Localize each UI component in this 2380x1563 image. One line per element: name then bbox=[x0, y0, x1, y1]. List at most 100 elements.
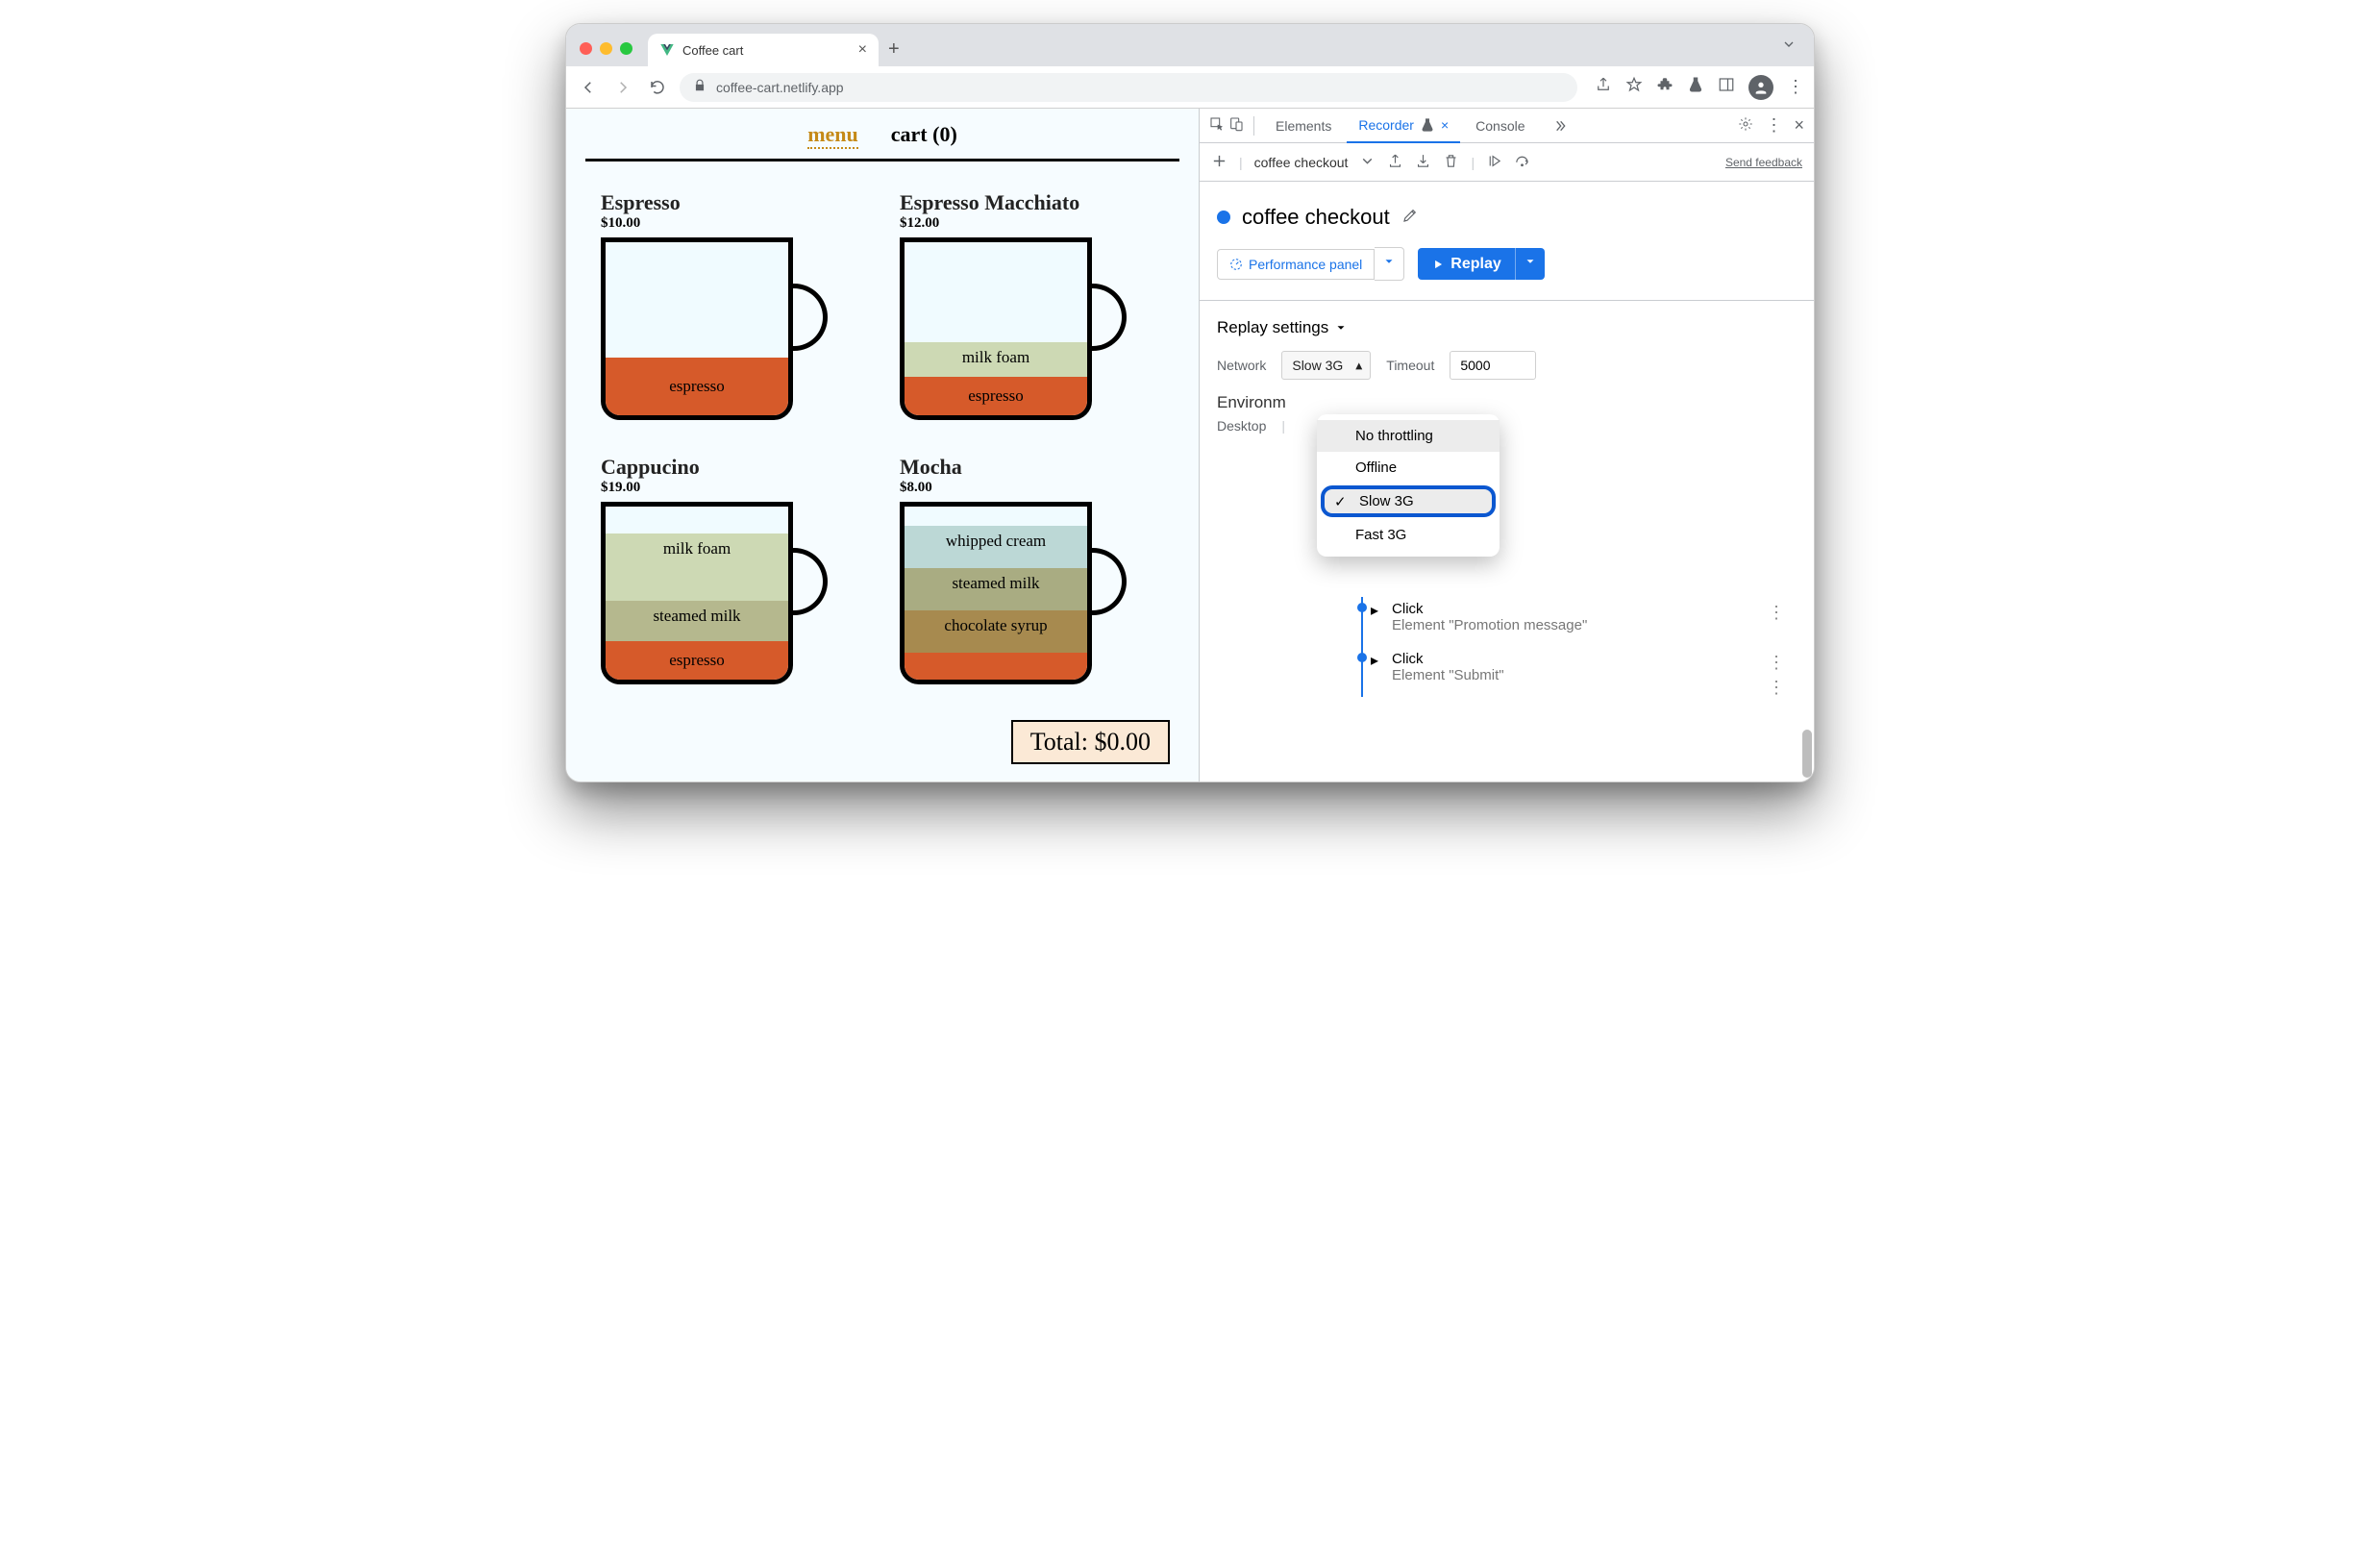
tab-elements[interactable]: Elements bbox=[1264, 109, 1343, 143]
menu-item[interactable]: Cappucino $19.00 milk foamsteamed milkes… bbox=[601, 455, 865, 694]
expand-icon[interactable]: ▸ bbox=[1371, 601, 1378, 620]
item-name: Cappucino bbox=[601, 455, 865, 480]
menu-item[interactable]: Espresso $10.00 espresso bbox=[601, 190, 865, 430]
cup[interactable]: milk foamsteamed milkespresso bbox=[601, 502, 822, 694]
settings-icon[interactable] bbox=[1738, 116, 1753, 135]
menu-item[interactable]: Espresso Macchiato $12.00 milk foamespre… bbox=[900, 190, 1164, 430]
cup-layer: milk foam bbox=[905, 342, 1087, 377]
environment-value: Desktop bbox=[1217, 418, 1266, 434]
step-menu-icon[interactable]: ⋮ bbox=[1768, 678, 1787, 698]
browser-tab[interactable]: Coffee cart × bbox=[648, 34, 879, 66]
menu-item[interactable]: Mocha $8.00 whipped creamsteamed milkcho… bbox=[900, 455, 1164, 694]
dropdown-option-slow-3g[interactable]: ✓ Slow 3G bbox=[1321, 485, 1496, 517]
url-text: coffee-cart.netlify.app bbox=[716, 80, 844, 95]
dropdown-option-fast-3g[interactable]: Fast 3G bbox=[1317, 519, 1500, 551]
scrollbar[interactable] bbox=[1800, 147, 1812, 778]
labs-icon[interactable] bbox=[1687, 76, 1704, 98]
tab-title: Coffee cart bbox=[682, 43, 743, 58]
item-price: $19.00 bbox=[601, 480, 865, 496]
total-chip[interactable]: Total: $0.00 bbox=[1011, 720, 1170, 764]
export-icon[interactable] bbox=[1387, 153, 1403, 172]
performance-panel-button[interactable]: Performance panel bbox=[1217, 247, 1404, 281]
window-controls[interactable] bbox=[580, 42, 632, 55]
cup-layer bbox=[905, 653, 1087, 680]
reload-button[interactable] bbox=[645, 75, 670, 100]
browser-window: Coffee cart × + coffee-cart.netlify.app … bbox=[565, 23, 1815, 782]
send-feedback-link[interactable]: Send feedback bbox=[1725, 156, 1802, 169]
cup-layer: whipped cream bbox=[905, 526, 1087, 568]
replay-settings-heading[interactable]: Replay settings bbox=[1217, 318, 1797, 337]
network-dropdown: No throttling Offline ✓ Slow 3G Fast 3G bbox=[1317, 414, 1500, 557]
recording-dot-icon bbox=[1217, 211, 1230, 224]
cup-layer: chocolate syrup bbox=[905, 610, 1087, 653]
step-subtitle: Element "Promotion message" bbox=[1392, 617, 1587, 633]
item-price: $8.00 bbox=[900, 480, 1164, 496]
item-name: Espresso Macchiato bbox=[900, 190, 1164, 215]
delete-icon[interactable] bbox=[1443, 153, 1459, 172]
tabs-overflow-icon[interactable] bbox=[1781, 37, 1797, 57]
timeout-label: Timeout bbox=[1386, 358, 1434, 373]
share-icon[interactable] bbox=[1595, 76, 1612, 98]
lock-icon bbox=[693, 79, 707, 95]
step-menu-icon[interactable]: ⋮ bbox=[1768, 603, 1787, 623]
step-subtitle: Element "Submit" bbox=[1392, 667, 1504, 683]
step-over-icon[interactable] bbox=[1514, 153, 1530, 172]
cup-layer: espresso bbox=[606, 358, 788, 415]
cup-layer: milk foam bbox=[606, 533, 788, 601]
kebab-icon[interactable]: ⋮ bbox=[1765, 115, 1782, 136]
expand-icon[interactable]: ▸ bbox=[1371, 651, 1378, 670]
profile-avatar[interactable] bbox=[1748, 75, 1773, 100]
recording-title: coffee checkout bbox=[1242, 205, 1390, 230]
dropdown-option-offline[interactable]: Offline bbox=[1317, 452, 1500, 484]
item-name: Espresso bbox=[601, 190, 865, 215]
cup[interactable]: espresso bbox=[601, 237, 822, 430]
chevron-down-icon[interactable] bbox=[1359, 153, 1376, 172]
cup-layer: steamed milk bbox=[606, 601, 788, 641]
recording-select[interactable]: coffee checkout bbox=[1254, 155, 1349, 170]
network-select[interactable]: Slow 3G ▴ bbox=[1281, 351, 1371, 380]
flask-icon bbox=[1420, 117, 1435, 133]
cup[interactable]: milk foamespresso bbox=[900, 237, 1121, 430]
extensions-icon[interactable] bbox=[1656, 76, 1673, 98]
devtools-panel: Elements Recorder × Console ⋮ × | coffee… bbox=[1199, 109, 1814, 782]
step-menu-icon[interactable]: ⋮ bbox=[1768, 653, 1787, 673]
page-content: menu cart (0) Espresso $10.00 espresso E… bbox=[566, 109, 1199, 782]
inspect-icon[interactable] bbox=[1209, 116, 1225, 135]
network-label: Network bbox=[1217, 358, 1266, 373]
add-recording-icon[interactable] bbox=[1211, 153, 1227, 172]
side-panel-icon[interactable] bbox=[1718, 76, 1735, 98]
star-icon[interactable] bbox=[1625, 76, 1643, 98]
edit-icon[interactable] bbox=[1401, 205, 1419, 230]
tab-strip: Coffee cart × + bbox=[566, 24, 1814, 66]
forward-button[interactable] bbox=[610, 75, 635, 100]
recording-step[interactable]: ▸ Click Element "Submit" ⋮ bbox=[1217, 647, 1797, 697]
import-icon[interactable] bbox=[1415, 153, 1431, 172]
close-tab-icon[interactable]: × bbox=[858, 41, 867, 59]
nav-menu[interactable]: menu bbox=[807, 122, 858, 149]
address-bar: coffee-cart.netlify.app ⋮ bbox=[566, 66, 1814, 109]
step-icon[interactable] bbox=[1486, 153, 1502, 172]
close-devtools-icon[interactable]: × bbox=[1794, 115, 1804, 136]
tab-console[interactable]: Console bbox=[1464, 109, 1536, 143]
vue-favicon-icon bbox=[659, 42, 675, 58]
nav-cart[interactable]: cart (0) bbox=[891, 122, 957, 149]
dropdown-option-no-throttling[interactable]: No throttling bbox=[1317, 420, 1500, 452]
replay-button[interactable]: Replay bbox=[1418, 248, 1544, 280]
menu-icon[interactable]: ⋮ bbox=[1787, 77, 1804, 97]
timeout-input[interactable] bbox=[1450, 351, 1536, 380]
recording-step[interactable]: ▸ Click Element "Promotion message" ⋮ bbox=[1217, 597, 1797, 647]
device-icon[interactable] bbox=[1228, 116, 1244, 135]
toolbar-right: ⋮ bbox=[1595, 75, 1804, 100]
cup-layer: espresso bbox=[905, 377, 1087, 415]
check-icon: ✓ bbox=[1334, 493, 1347, 510]
item-name: Mocha bbox=[900, 455, 1164, 480]
tabs-more-icon[interactable] bbox=[1541, 109, 1579, 143]
tab-recorder[interactable]: Recorder × bbox=[1347, 109, 1460, 143]
new-tab-button[interactable]: + bbox=[888, 38, 900, 61]
back-button[interactable] bbox=[576, 75, 601, 100]
close-tab-icon[interactable]: × bbox=[1441, 117, 1449, 133]
url-field[interactable]: coffee-cart.netlify.app bbox=[680, 73, 1577, 102]
cup[interactable]: whipped creamsteamed milkchocolate syrup bbox=[900, 502, 1121, 694]
page-nav: menu cart (0) bbox=[585, 109, 1179, 161]
environment-heading: Environm bbox=[1217, 393, 1797, 412]
